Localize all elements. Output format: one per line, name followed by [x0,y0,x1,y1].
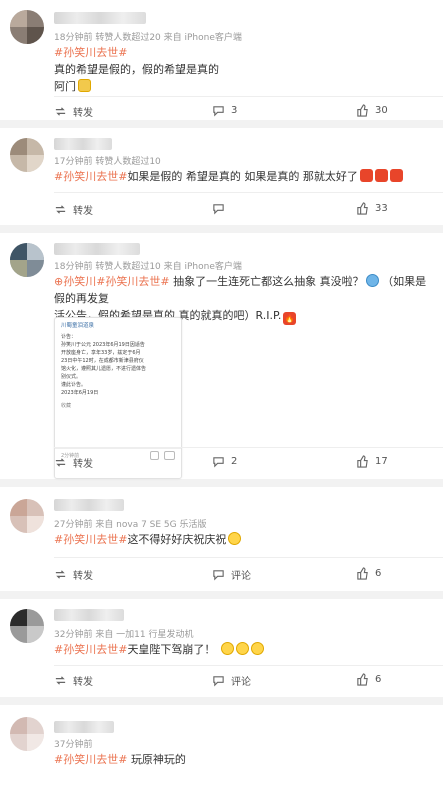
post-text: 抽象了一生连死亡都这么抽象 真没啦？ [173,275,364,288]
post-body: #孙笑川去世#这不得好好庆祝庆祝 [54,531,431,548]
repost-button[interactable]: 转发 [54,455,93,470]
image-source: 川蜀童泪道泉 [61,323,95,329]
thumbs-up-icon [357,567,368,580]
like-button[interactable]: 33 [356,202,388,215]
hashtag-link[interactable]: #孙笑川去世# [54,46,127,59]
post-body: #孙笑川去世# 真的希望是假的，假的希望是真的 阿门 [54,44,431,95]
hashtag-link[interactable]: #孙笑川去世# [54,170,127,183]
like-button[interactable]: 6 [356,567,381,580]
comment-post-2: 17分钟前 转赞人数超过10 #孙笑川去世#如果是假的 希望是真的 如果是真的 … [0,128,443,225]
hashtag-link[interactable]: #孙笑川去世# [54,753,127,766]
post-text: 如果是假的 希望是真的 如果是真的 那就太好了 [127,170,358,183]
comment-icon [213,106,224,117]
comment-icon [213,676,224,687]
comment-button[interactable]: 评论 [212,673,251,688]
comment-icon [213,204,224,215]
comment-post-5: 32分钟前 来自 一加11 行星发动机 #孙笑川去世#天皇陛下驾崩了！ 转发 评… [0,599,443,697]
avatar[interactable] [10,10,44,44]
repost-icon [55,205,66,214]
comment-button[interactable]: 2 [212,455,237,468]
comment-button[interactable]: 评论 [212,567,251,582]
avatar[interactable] [10,138,44,172]
hashtag-link[interactable]: #孙笑川去世# [54,533,127,546]
avatar[interactable] [10,243,44,277]
username-blurred[interactable] [54,138,112,150]
emoji-icon [374,169,388,182]
username-blurred[interactable] [54,721,114,733]
comment-button[interactable]: 3 [212,104,237,117]
post-meta: 17分钟前 转赞人数超过10 [54,157,161,167]
face-emoji-icon [220,642,234,655]
like-button[interactable]: 6 [356,673,381,686]
post-text: 这不得好好庆祝庆祝 [127,533,227,546]
hashtag-link[interactable]: #孙笑川去世# [54,643,127,656]
post-body: #孙笑川去世#天皇陛下驾崩了！ [54,641,431,658]
post-body: #孙笑川去世# 玩原神玩的 [54,751,431,768]
post-body: #孙笑川去世#如果是假的 希望是真的 如果是真的 那就太好了 [54,168,431,185]
face-emoji-icon [365,274,379,287]
thumbs-up-icon [357,104,368,117]
repost-button[interactable]: 转发 [54,202,93,217]
post-meta: 18分钟前 转赞人数超过20 来自 iPhone客户端 [54,33,242,43]
repost-icon [55,570,66,579]
thumbs-up-icon [357,202,368,215]
repost-button[interactable]: 转发 [54,104,93,119]
comment-icon [213,570,224,581]
comment-post-6: 37分钟前 #孙笑川去世# 玩原神玩的 [0,705,443,800]
face-emoji-icon [228,532,242,545]
post-meta: 27分钟前 来自 nova 7 SE 5G 乐活版 [54,520,207,530]
like-button[interactable]: 17 [356,455,388,468]
thumbs-up-icon [357,455,368,468]
candle-emoji-icon: 🔥 [283,312,297,325]
username-blurred[interactable] [54,12,146,24]
more-icon [164,451,175,460]
username-blurred[interactable] [54,243,140,255]
post-text: 玩原神玩的 [130,753,186,766]
hashtag-link[interactable]: ⊕孙笑川#孙笑川去世# [54,275,170,288]
comment-button[interactable] [212,202,231,215]
avatar[interactable] [10,499,44,533]
like-icon [150,451,159,460]
post-meta: 37分钟前 [54,740,93,750]
post-meta: 18分钟前 转赞人数超过10 来自 iPhone客户端 [54,262,242,272]
comment-post-4: 27分钟前 来自 nova 7 SE 5G 乐活版 #孙笑川去世#这不得好好庆祝… [0,487,443,591]
post-text: 天皇陛下驾崩了！ [127,643,216,656]
username-blurred[interactable] [54,499,124,511]
thumbs-up-icon [357,673,368,686]
like-button[interactable]: 30 [356,104,388,117]
repost-button[interactable]: 转发 [54,673,93,688]
repost-icon [55,458,66,467]
username-blurred[interactable] [54,609,124,621]
emoji-icon [359,169,373,182]
comment-post-3: 18分钟前 转赞人数超过10 来自 iPhone客户端 ⊕孙笑川#孙笑川去世# … [0,233,443,479]
repost-icon [55,107,66,116]
post-text: 真的希望是假的，假的希望是真的 [54,63,219,76]
comment-icon [213,457,224,468]
repost-button[interactable]: 转发 [54,567,93,582]
praying-emoji-icon [78,79,91,92]
repost-icon [55,676,66,685]
avatar[interactable] [10,717,44,751]
post-meta: 32分钟前 来自 一加11 行星发动机 [54,630,194,640]
comment-post-1: 18分钟前 转赞人数超过20 来自 iPhone客户端 #孙笑川去世# 真的希望… [0,0,443,120]
face-emoji-icon [235,642,249,655]
emoji-icon [389,169,403,182]
avatar[interactable] [10,609,44,643]
post-text: 阿门 [54,80,76,93]
face-emoji-icon [250,642,264,655]
